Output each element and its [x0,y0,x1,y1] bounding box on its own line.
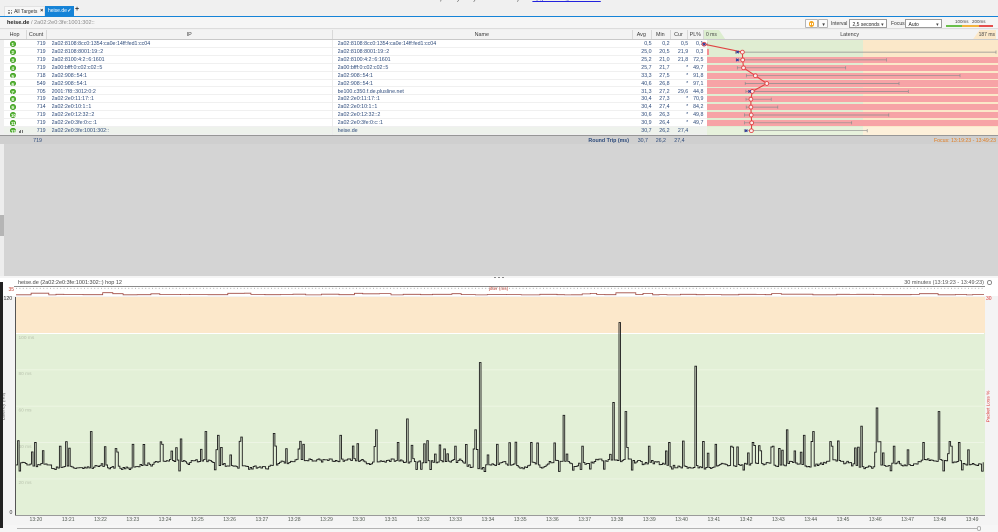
svg-text:100 ms: 100 ms [19,334,35,340]
svg-text:40 ms: 40 ms [19,443,33,449]
svg-text:20 ms: 20 ms [19,480,33,486]
svg-text:60 ms: 60 ms [19,407,33,413]
svg-text:80 ms: 80 ms [19,371,33,377]
